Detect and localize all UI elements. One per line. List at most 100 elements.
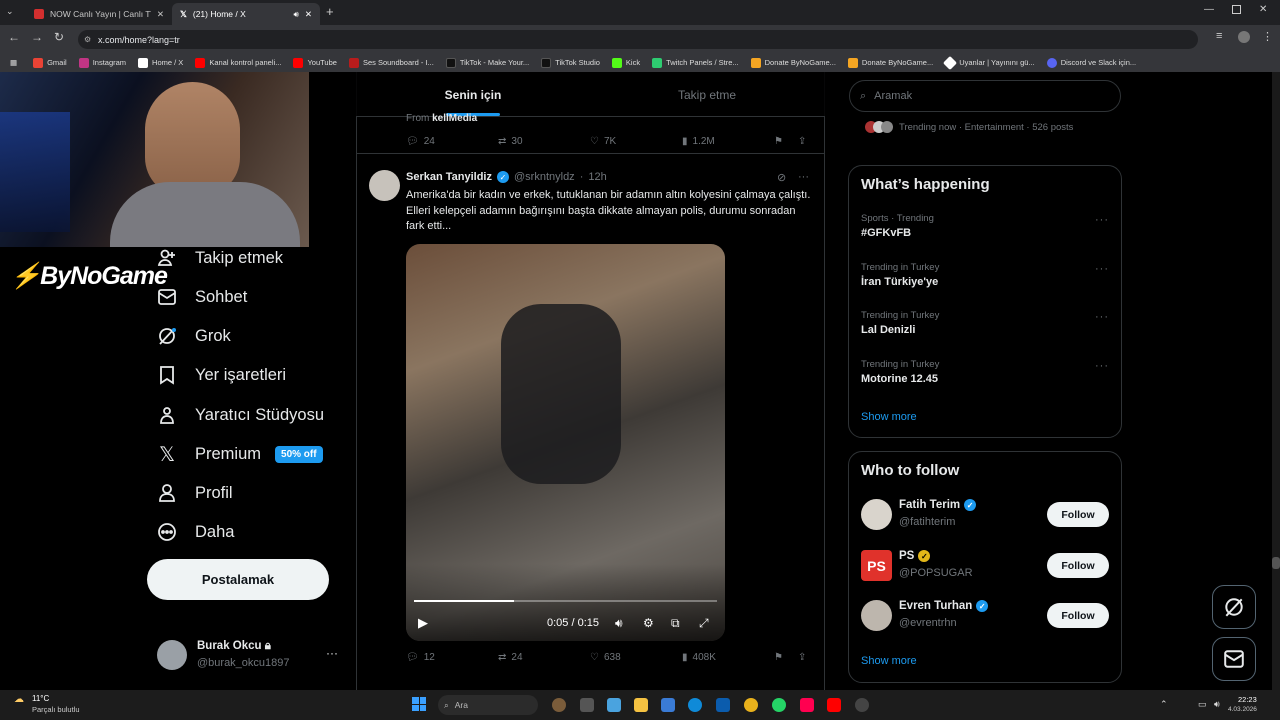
trend-item[interactable]: Sports · Trending #GFKvFB bbox=[861, 213, 934, 239]
repost-button[interactable]: ⇄ 24 bbox=[498, 652, 523, 663]
task-view-icon[interactable] bbox=[580, 698, 594, 712]
follow-name[interactable]: PS ✓ bbox=[899, 550, 931, 562]
trend-item[interactable]: Trending in Turkey Motorine 12.45 bbox=[861, 359, 939, 385]
messages-float-button[interactable] bbox=[1212, 637, 1256, 681]
tweet-time[interactable]: 12h bbox=[588, 171, 606, 183]
follow-button[interactable]: Follow bbox=[1047, 603, 1109, 628]
popsugar-logo[interactable]: PS bbox=[861, 550, 892, 581]
search-input[interactable]: ⌕ Aramak bbox=[849, 80, 1121, 112]
tweet-menu-icon[interactable]: ··· bbox=[798, 171, 809, 183]
show-more-trends-link[interactable]: Show more bbox=[861, 411, 917, 423]
trending-now-row[interactable]: Trending now · Entertainment · 526 posts bbox=[865, 121, 1073, 133]
pip-icon[interactable]: ⧉ bbox=[671, 616, 680, 631]
nav-creator-studio[interactable]: Yaratıcı Stüdyosu bbox=[157, 400, 324, 430]
volume-icon[interactable]: 🔊︎ bbox=[615, 616, 623, 631]
settings-icon[interactable]: ⚙ bbox=[643, 616, 654, 630]
repost-button[interactable]: ⇄ 30 bbox=[498, 136, 523, 147]
follow-avatar[interactable] bbox=[861, 499, 892, 530]
bookmark-instagram[interactable]: Instagram bbox=[78, 57, 126, 68]
trend-menu-icon[interactable]: ··· bbox=[1095, 214, 1109, 226]
tweet-video[interactable]: ▶ 0:05 / 0:15 🔊︎ ⚙ ⧉ ⤢ bbox=[406, 244, 725, 641]
bookmark-discord[interactable]: Discord ve Slack için... bbox=[1046, 57, 1136, 68]
minimize-button[interactable]: — bbox=[1204, 4, 1214, 15]
grok-float-button[interactable] bbox=[1212, 585, 1256, 629]
bookmark-soundboard[interactable]: Ses Soundboard - I... bbox=[348, 57, 434, 68]
store-icon[interactable] bbox=[716, 698, 730, 712]
follow-button[interactable]: Follow bbox=[1047, 502, 1109, 527]
like-button[interactable]: ♡ 638 bbox=[590, 652, 621, 663]
new-tab-button[interactable]: + bbox=[326, 4, 334, 19]
account-menu-icon[interactable]: ··· bbox=[326, 646, 338, 660]
post-button[interactable]: Postalamak bbox=[147, 559, 329, 600]
maximize-button[interactable] bbox=[1232, 5, 1241, 14]
bookmark-kick[interactable]: Kick bbox=[611, 57, 640, 68]
bookmark-uyanlar[interactable]: Uyanlar | Yayınını gü... bbox=[943, 55, 1035, 70]
volume-icon[interactable]: 🔊︎ bbox=[1214, 699, 1220, 710]
windows-start-icon[interactable] bbox=[412, 697, 426, 711]
address-bar[interactable]: x.com/home?lang=tr bbox=[78, 30, 1198, 49]
nav-bookmarks[interactable]: Yer işaretleri bbox=[157, 360, 286, 390]
trend-menu-icon[interactable]: ··· bbox=[1095, 263, 1109, 275]
reply-button[interactable]: 💬︎ 24 bbox=[406, 136, 435, 147]
tab-x-home[interactable]: 𝕏 (21) Home / X 🔊︎ ✕ bbox=[172, 3, 320, 25]
bookmark-youtube[interactable]: YouTube bbox=[293, 57, 337, 68]
taskbar-search[interactable]: ⌕ Ara bbox=[438, 695, 538, 715]
trend-item[interactable]: Trending in Turkey Lal Denizli bbox=[861, 310, 939, 336]
forward-icon[interactable]: → bbox=[31, 30, 43, 44]
share-button[interactable]: ⇪ bbox=[798, 652, 806, 663]
follow-name[interactable]: Evren Turhan ✓ bbox=[899, 600, 989, 612]
tab-search-icon[interactable]: ⌄ bbox=[6, 6, 20, 18]
grok-icon[interactable]: ⊘ bbox=[777, 171, 786, 184]
share-button[interactable]: ⇪ bbox=[798, 136, 806, 147]
tweet-handle[interactable]: @srkntnyldz bbox=[514, 171, 575, 183]
follow-name[interactable]: Fatih Terim ✓ bbox=[899, 499, 977, 511]
bookmark-donate-2[interactable]: Donate ByNoGame... bbox=[847, 57, 933, 68]
nav-profile[interactable]: Profil bbox=[157, 478, 233, 508]
clock-time[interactable]: 22:23 bbox=[1238, 695, 1257, 704]
show-more-follows-link[interactable]: Show more bbox=[861, 655, 917, 667]
trend-menu-icon[interactable]: ··· bbox=[1095, 360, 1109, 372]
bookmark-twitch-panels[interactable]: Twitch Panels / Stre... bbox=[652, 57, 739, 68]
window-close-button[interactable]: ✕ bbox=[1259, 4, 1267, 15]
youtube-icon[interactable] bbox=[827, 698, 841, 712]
bookmark-button[interactable]: ⚑ bbox=[774, 136, 783, 147]
bookmark-button[interactable]: ⚑ bbox=[774, 652, 783, 663]
close-icon[interactable]: ✕ bbox=[157, 9, 164, 20]
views-button[interactable]: ▮ 1.2M bbox=[682, 136, 715, 147]
bookmark-x-home[interactable]: Home / X bbox=[138, 57, 183, 68]
bookmark-donate-1[interactable]: Donate ByNoGame... bbox=[750, 57, 836, 68]
reply-button[interactable]: 💬︎ 12 bbox=[406, 652, 435, 663]
bookmark-tiktok-studio[interactable]: TikTok Studio bbox=[541, 57, 600, 68]
profile-avatar[interactable] bbox=[1238, 31, 1250, 43]
tweet-avatar[interactable] bbox=[369, 170, 400, 201]
site-info-icon[interactable]: ⚙ bbox=[84, 35, 91, 44]
account-name[interactable]: Burak Okcu 🔒︎ bbox=[197, 640, 271, 653]
bookmark-tiktok[interactable]: TikTok - Make Your... bbox=[445, 57, 529, 68]
nav-chat[interactable]: Sohbet bbox=[157, 282, 247, 312]
weather-temp[interactable]: 11°C bbox=[32, 694, 49, 703]
menu-icon[interactable]: ⋮ bbox=[1262, 30, 1273, 43]
folder-icon[interactable] bbox=[634, 698, 648, 712]
apps-icon[interactable]: ▦ bbox=[10, 58, 17, 67]
back-icon[interactable]: ← bbox=[8, 30, 20, 44]
like-button[interactable]: ♡ 7K bbox=[590, 136, 616, 147]
settings-icon[interactable] bbox=[855, 698, 869, 712]
tab-now[interactable]: NOW Canlı Yayın | Canlı TV İzle✕ bbox=[26, 3, 172, 25]
edge-icon[interactable] bbox=[688, 698, 702, 712]
page-scrollbar[interactable] bbox=[1272, 72, 1280, 690]
nav-more[interactable]: Daha bbox=[157, 517, 234, 547]
close-icon[interactable]: ✕ bbox=[305, 9, 312, 20]
widgets-icon[interactable] bbox=[552, 698, 566, 712]
nav-premium[interactable]: 𝕏 Premium 50% off bbox=[157, 439, 323, 469]
nav-follow[interactable]: Takip etmek bbox=[157, 243, 283, 273]
trend-menu-icon[interactable]: ··· bbox=[1095, 311, 1109, 323]
reload-icon[interactable]: ↻ bbox=[54, 30, 64, 44]
tray-chevron-icon[interactable]: ⌃ bbox=[1160, 699, 1168, 710]
tab-following[interactable]: Takip etme bbox=[590, 72, 824, 117]
follow-button[interactable]: Follow bbox=[1047, 553, 1109, 578]
tweet-author-name[interactable]: Serkan Tanyildiz bbox=[406, 171, 492, 183]
network-icon[interactable]: ▭ bbox=[1198, 699, 1207, 710]
video-progress-track[interactable] bbox=[414, 600, 717, 602]
nav-grok[interactable]: Grok bbox=[157, 321, 231, 351]
extensions-icon[interactable]: ≡ bbox=[1216, 30, 1222, 42]
